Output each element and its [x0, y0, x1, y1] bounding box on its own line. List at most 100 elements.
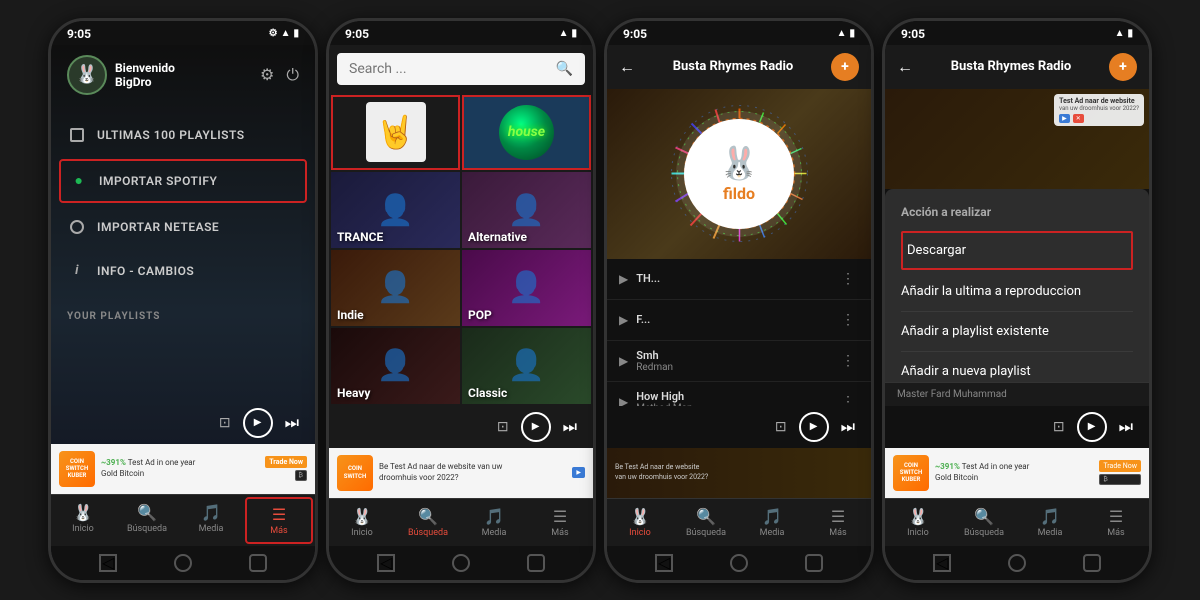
- action-descargar[interactable]: Descargar: [901, 231, 1133, 270]
- back-btn-2[interactable]: ◁: [377, 554, 395, 572]
- cast-icon-4[interactable]: ⊡: [1053, 419, 1065, 435]
- ad-close-4[interactable]: ✕: [1073, 114, 1084, 123]
- nav-inicio-4[interactable]: 🐰 Inicio: [885, 499, 951, 546]
- wifi-icon-1: ▲: [281, 28, 291, 39]
- genre-tile-pop[interactable]: 👤 POP: [462, 250, 591, 326]
- nav-busqueda-1[interactable]: 🔍 Búsqueda: [115, 495, 179, 546]
- radio-title-3: Busta Rhymes Radio: [673, 59, 794, 74]
- classic-person-icon: 👤: [508, 348, 545, 383]
- nav-media-1[interactable]: 🎵 Media: [179, 495, 243, 546]
- p1-header: 🐰 Bienvenido BigDro ⚙ ⏻: [51, 45, 315, 105]
- genre-tile-heavy[interactable]: 👤 Heavy: [331, 328, 460, 404]
- nav-mas-1[interactable]: ☰ Más: [245, 497, 313, 544]
- ad-cta-2[interactable]: ▶: [572, 467, 585, 478]
- song-item-4[interactable]: ▶ How High Method Man ⋮: [607, 382, 871, 406]
- more-icon-s2[interactable]: ⋮: [837, 308, 859, 332]
- play-button-1[interactable]: ▶: [243, 408, 273, 438]
- recents-btn-1[interactable]: [249, 554, 267, 572]
- search-input[interactable]: [349, 61, 548, 77]
- genre-tile-rock[interactable]: 🤘: [331, 95, 460, 171]
- cast-icon-2[interactable]: ⊡: [497, 419, 509, 435]
- back-btn-3[interactable]: ←: [619, 57, 635, 77]
- battery-icon-1: ▮: [293, 28, 299, 39]
- back-btn-3s[interactable]: ◁: [655, 554, 673, 572]
- back-btn-1[interactable]: ◁: [99, 554, 117, 572]
- menu-item-info[interactable]: i INFO - CAMBIOS: [51, 249, 315, 293]
- genre-tile-indie[interactable]: 👤 Indie: [331, 250, 460, 326]
- nav-media-2[interactable]: 🎵 Media: [461, 499, 527, 546]
- home-btn-1[interactable]: [174, 554, 192, 572]
- song-item-1[interactable]: ▶ TH... ⋮: [607, 259, 871, 300]
- ad-btn-4[interactable]: ▶: [1059, 114, 1070, 123]
- trance-label: TRANCE: [337, 230, 383, 244]
- nav-media-label-1: Media: [199, 524, 224, 534]
- more-icon-s4[interactable]: ⋮: [837, 390, 859, 406]
- more-icon-s3[interactable]: ⋮: [837, 349, 859, 373]
- nav-busqueda-2[interactable]: 🔍 Búsqueda: [395, 499, 461, 546]
- more-icon-s1[interactable]: ⋮: [837, 267, 859, 291]
- song-item-2[interactable]: ▶ F... ⋮: [607, 300, 871, 341]
- cast-icon-1[interactable]: ⊡: [219, 415, 231, 431]
- next-button-3[interactable]: ⏭: [841, 417, 855, 437]
- recents-btn-3[interactable]: [805, 554, 823, 572]
- media-icon-4: 🎵: [1040, 507, 1060, 526]
- genre-tile-house[interactable]: house: [462, 95, 591, 171]
- nav-mas-4[interactable]: ☰ Más: [1083, 499, 1149, 546]
- nav-mas-3[interactable]: ☰ Más: [805, 499, 871, 546]
- song-item-3[interactable]: ▶ Smh Redman ⋮: [607, 341, 871, 382]
- back-btn-4s[interactable]: ◁: [933, 554, 951, 572]
- genre-tile-classic[interactable]: 👤 Classic: [462, 328, 591, 404]
- nav-media-4[interactable]: 🎵 Media: [1017, 499, 1083, 546]
- power-icon[interactable]: ⏻: [286, 65, 299, 85]
- nav-mas-label-1: Más: [270, 526, 287, 536]
- nav-busqueda-4[interactable]: 🔍 Búsqueda: [951, 499, 1017, 546]
- search-bar[interactable]: 🔍: [337, 53, 585, 85]
- playlist-area: [51, 326, 315, 402]
- nav-inicio-1[interactable]: 🐰 Inicio: [51, 495, 115, 546]
- home-btn-3[interactable]: [730, 554, 748, 572]
- phone-3: 9:05 ▲ ▮ ← Busta Rhymes Radio +: [604, 18, 874, 583]
- nav-mas-2[interactable]: ☰ Más: [527, 499, 593, 546]
- genre-tile-alternative[interactable]: 👤 Alternative: [462, 172, 591, 248]
- radio-header-4: ← Busta Rhymes Radio +: [885, 45, 1149, 89]
- back-btn-4[interactable]: ←: [897, 57, 913, 77]
- cast-icon-3[interactable]: ⊡: [775, 419, 787, 435]
- song-artist-3: Redman: [636, 362, 837, 373]
- status-bar-2: 9:05 ▲ ▮: [329, 21, 593, 45]
- next-button-2[interactable]: ⏭: [563, 417, 577, 437]
- nav-mas-label-3: Más: [829, 528, 846, 538]
- ad-cta-1: Trade Now ₿: [265, 456, 307, 481]
- bottom-song-title: Master Fard Muhammad: [897, 389, 1007, 400]
- play-button-2[interactable]: ▶: [521, 412, 551, 442]
- next-button-4[interactable]: ⏭: [1119, 417, 1133, 437]
- add-btn-4[interactable]: +: [1109, 53, 1137, 81]
- genre-tile-trance[interactable]: 👤 TRANCE: [331, 172, 460, 248]
- nav-inicio-2[interactable]: 🐰 Inicio: [329, 499, 395, 546]
- home-btn-4[interactable]: [1008, 554, 1026, 572]
- radio-header-3: ← Busta Rhymes Radio +: [607, 45, 871, 89]
- recents-btn-4[interactable]: [1083, 554, 1101, 572]
- settings-icon[interactable]: ⚙: [260, 65, 274, 85]
- indie-person-icon: 👤: [377, 270, 414, 305]
- nav-busqueda-3[interactable]: 🔍 Búsqueda: [673, 499, 739, 546]
- menu-item-playlists[interactable]: ULTIMAS 100 PLAYLISTS: [51, 113, 315, 157]
- action-add-last[interactable]: Añadir la ultima a reproduccion: [901, 272, 1133, 312]
- nav-inicio-3[interactable]: 🐰 Inicio: [607, 499, 673, 546]
- trade-now-btn-4[interactable]: Trade Now: [1099, 460, 1141, 472]
- nav-media-3[interactable]: 🎵 Media: [739, 499, 805, 546]
- recents-btn-2[interactable]: [527, 554, 545, 572]
- play-button-4[interactable]: ▶: [1077, 412, 1107, 442]
- media-icon-3: 🎵: [762, 507, 782, 526]
- play-button-3[interactable]: ▶: [799, 412, 829, 442]
- action-new-playlist[interactable]: Añadir a nueva playlist: [901, 352, 1133, 382]
- menu-item-spotify[interactable]: ● IMPORTAR SPOTIFY: [59, 159, 307, 203]
- next-button-1[interactable]: ⏭: [285, 413, 299, 433]
- trade-now-btn[interactable]: Trade Now: [265, 456, 307, 468]
- home-btn-2[interactable]: [452, 554, 470, 572]
- menu-item-netease[interactable]: IMPORTAR NETEASE: [51, 205, 315, 249]
- add-btn-3[interactable]: +: [831, 53, 859, 81]
- action-add-playlist[interactable]: Añadir a playlist existente: [901, 312, 1133, 352]
- ad-strip-3: Be Test Ad naar de websitevan uw droomhu…: [607, 448, 871, 498]
- song-info-4: How High Method Man: [636, 390, 837, 406]
- time-1: 9:05: [67, 27, 91, 41]
